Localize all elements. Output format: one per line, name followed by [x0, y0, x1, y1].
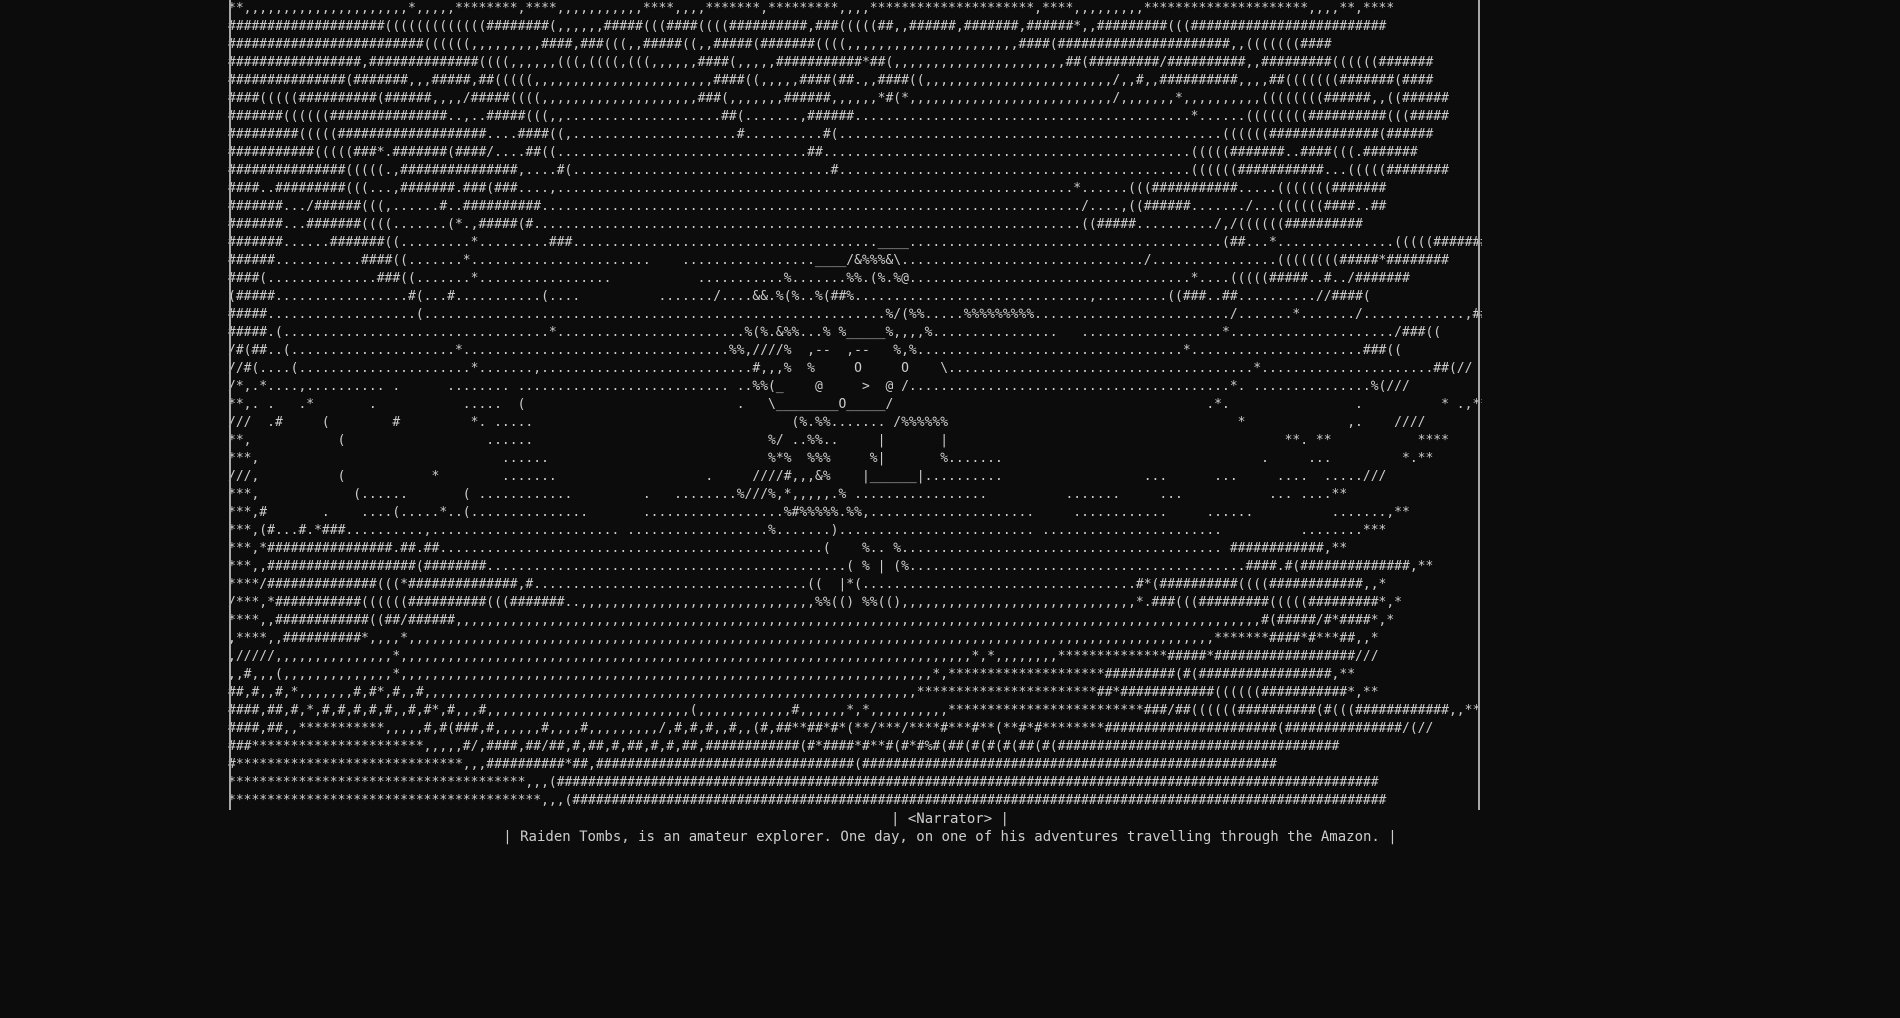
ascii-art-line: #########(((((###################....###… — [228, 127, 1434, 142]
ascii-art-line: /***,*###########((((((##########(((####… — [228, 595, 1402, 610]
ascii-art-line: #####...................(...............… — [228, 307, 1482, 322]
ascii-art-line: #######((((((###############..,..#####((… — [228, 109, 1449, 124]
ascii-art-line: ,/////,,,,,,,,,,,,,,,*,,,,,,,,,,,,,,,,,,… — [228, 649, 1379, 664]
ascii-art-line: ///, ( * ....... . ////#,,,&% |______|..… — [228, 469, 1395, 484]
ascii-art-line: /#(##..(.....................*..........… — [228, 343, 1402, 358]
ascii-art-line: /// .# ( # *. ..... (%.%%....... /%%%%%%… — [228, 415, 1426, 430]
ascii-art-line: #########################((((((,,,,,,,,,… — [228, 37, 1332, 52]
ascii-art-line: ######...........####((.......*.........… — [228, 253, 1449, 268]
art-frame-right-border — [1478, 0, 1480, 810]
ascii-art-line: ,,#,,,(,,,,,,,,,,,,,,*,,,,,,,,,,,,,,,,,,… — [228, 667, 1356, 682]
ascii-art-line: ***,(#...#.*###..........,..............… — [228, 523, 1387, 538]
ascii-art-line: ****,,############((##/######,,,,,,,,,,,… — [228, 613, 1395, 628]
ascii-art-line: #################,##############((((,,,,… — [228, 55, 1434, 70]
ascii-art-line: ***, (...... ( ............ . ........%/… — [228, 487, 1348, 502]
ascii-art-line: #######...#######((((.......(*.,#####(#.… — [228, 217, 1363, 232]
ascii-art-line: ####..#########(((...,#######.###(###...… — [228, 181, 1387, 196]
narrator-speaker-tag: | <Narrator> | — [890, 811, 1009, 827]
ascii-art-line: #######.../######(((,......#..##########… — [228, 199, 1387, 214]
ascii-art-line: ####(((((##########(######,,,,/#####((((… — [228, 91, 1449, 106]
ascii-art-line: ***,,###################(########.......… — [228, 559, 1434, 574]
ascii-art-line: /*,.*....,.......... . ........ ........… — [228, 379, 1410, 394]
ascii-art-line: ***,# . ....(.....*..(............... ..… — [228, 505, 1410, 520]
ascii-art-line: ###############(#######,,,#####,##(((((,… — [228, 73, 1434, 88]
ascii-art-line: ####,##,,***********,,,,,#,#(###,#,,,,,,… — [228, 721, 1434, 736]
ascii-art-line: ,****,,##########*,,,,*,,,,,,,,,,,,,,,,,… — [228, 631, 1379, 646]
narrator-dialogue-line: | Raiden Tombs, is an amateur explorer. … — [503, 829, 1397, 845]
ascii-art-line: ####,##,#,*,#,#,#,#,#,,#,#*,#,,,#,,,,,,,… — [228, 703, 1481, 718]
ascii-art-line: (#####.................#(...#...........… — [228, 289, 1371, 304]
ascii-art-line: ##,#,,#,*,,,,,,,#,#*,#,,#,,,,,,,,,,,,,,,… — [228, 685, 1379, 700]
ascii-art-line: **, ( ...... %/ ..%%.. | | **. ** **** — [228, 433, 1449, 448]
ascii-art-line: //#(....(......................*.......,… — [228, 361, 1473, 376]
ascii-art-line: ###########(((((###*.#######(####/....##… — [228, 145, 1418, 160]
ascii-art-line: ***,*################.##.##.............… — [228, 541, 1348, 556]
ascii-art-line: **,. . .* . ..... ( . \________O_____/ .… — [228, 397, 1482, 412]
ascii-art-line: #*****************************,,,#######… — [228, 757, 1277, 772]
ascii-art-line: ****************************************… — [228, 793, 1387, 808]
art-frame-left-border — [229, 0, 231, 810]
ascii-art-panel: **,,,,,,,,,,,,,,,,,,,,,*,,,,,********,**… — [228, 0, 1482, 810]
ascii-art-line: ***, ...... %*% %%% %| %....... . ... *.… — [228, 451, 1434, 466]
terminal-window: **,,,,,,,,,,,,,,,,,,,,,*,,,,,********,**… — [0, 0, 1900, 1018]
ascii-art-line: ####(..............###((.......*........… — [228, 271, 1410, 286]
ascii-art-line: ###############(((((.,###############,..… — [228, 163, 1449, 178]
ascii-art-line: **************************************,,… — [228, 775, 1379, 790]
ascii-art-line: ****/##############(((*##############,#.… — [228, 577, 1387, 592]
ascii-art-line: #######......#######((.........*........… — [228, 235, 1482, 250]
ascii-art-line: ####################(((((((((((((#######… — [228, 19, 1387, 34]
ascii-art-line: **,,,,,,,,,,,,,,,,,,,,,*,,,,,********,**… — [228, 1, 1395, 16]
ascii-art-line: ###**********************,,,,,#/,####,##… — [228, 739, 1340, 754]
ascii-art-line: #####.(.................................… — [228, 325, 1442, 340]
